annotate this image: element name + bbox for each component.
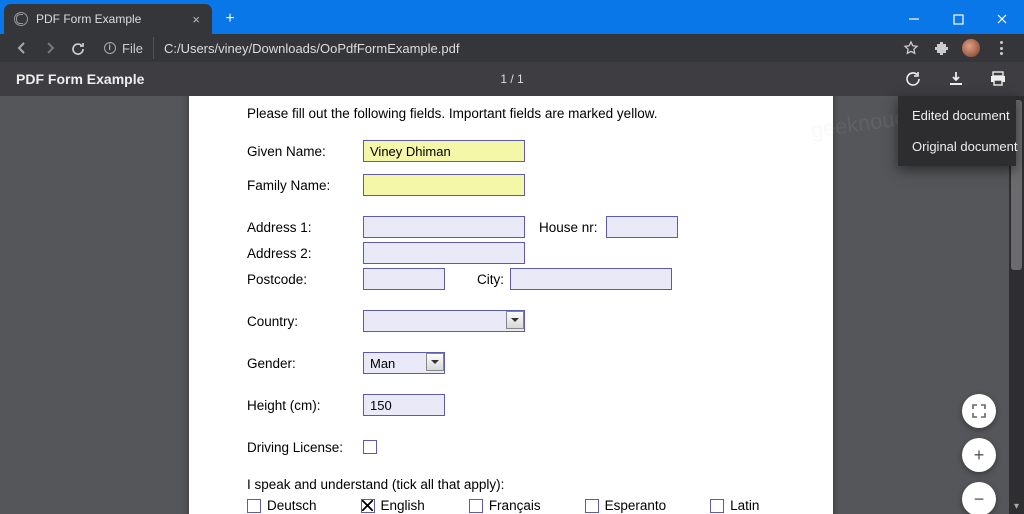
label-address1: Address 1:: [247, 220, 363, 235]
chevron-down-icon[interactable]: [426, 353, 444, 371]
window-maximize-button[interactable]: [936, 4, 980, 34]
url-scheme-label: File: [122, 41, 143, 56]
tab-title: PDF Form Example: [36, 12, 190, 26]
label-languages-prompt: I speak and understand (tick all that ap…: [247, 477, 775, 492]
label-height: Height (cm):: [247, 398, 363, 413]
scroll-down-arrow[interactable]: ▾: [1009, 499, 1024, 514]
checkbox-lang-deutsch[interactable]: [247, 499, 261, 513]
tab-close-button[interactable]: ×: [190, 12, 202, 27]
download-menu: Edited document Original document: [898, 96, 1016, 166]
checkbox-lang-english[interactable]: [361, 499, 375, 513]
lang-label: Latin: [730, 498, 759, 513]
label-gender: Gender:: [247, 356, 363, 371]
label-family-name: Family Name:: [247, 178, 363, 193]
dropdown-country[interactable]: [363, 310, 525, 332]
download-edited-option[interactable]: Edited document: [898, 100, 1016, 131]
chevron-down-icon[interactable]: [506, 311, 524, 329]
pdf-print-button[interactable]: [988, 69, 1008, 89]
pdf-page: Please fill out the following fields. Im…: [189, 96, 833, 514]
input-house-nr[interactable]: [606, 216, 678, 238]
zoom-out-button[interactable]: −: [962, 482, 996, 514]
download-original-option[interactable]: Original document: [898, 131, 1016, 162]
pdf-viewer-area: Please fill out the following fields. Im…: [0, 96, 1024, 514]
window-titlebar: PDF Form Example × +: [0, 0, 1024, 34]
window-close-button[interactable]: [980, 4, 1024, 34]
kebab-icon: [1000, 41, 1003, 55]
input-city[interactable]: [510, 268, 672, 290]
label-city: City:: [477, 272, 504, 287]
bookmark-star-button[interactable]: [896, 34, 926, 62]
input-postcode[interactable]: [363, 268, 445, 290]
nav-forward-button[interactable]: [36, 34, 64, 62]
checkbox-driving-license[interactable]: [363, 440, 377, 454]
browser-tab[interactable]: PDF Form Example ×: [4, 4, 212, 34]
input-country[interactable]: [363, 310, 525, 332]
input-family-name[interactable]: [363, 174, 525, 196]
label-driving-license: Driving License:: [247, 440, 363, 455]
input-address1[interactable]: [363, 216, 525, 238]
pdf-rotate-button[interactable]: [904, 69, 924, 89]
browser-menu-button[interactable]: [986, 34, 1016, 62]
input-given-name[interactable]: [363, 140, 525, 162]
label-address2: Address 2:: [247, 246, 363, 261]
form-instruction: Please fill out the following fields. Im…: [247, 106, 775, 121]
fit-to-page-button[interactable]: [962, 394, 996, 428]
window-minimize-button[interactable]: [892, 4, 936, 34]
url-security-chip[interactable]: File: [98, 37, 154, 59]
lang-label: English: [381, 498, 425, 513]
lang-label: Deutsch: [267, 498, 317, 513]
label-house-nr: House nr:: [539, 220, 598, 235]
info-icon: [104, 42, 116, 54]
nav-back-button[interactable]: [8, 34, 36, 62]
input-height[interactable]: [363, 394, 445, 416]
tab-favicon: [14, 12, 28, 26]
profile-avatar-button[interactable]: [956, 34, 986, 62]
pdf-download-button[interactable]: [946, 69, 966, 89]
nav-reload-button[interactable]: [64, 34, 92, 62]
pdf-page-indicator[interactable]: 1 / 1: [500, 72, 523, 86]
checkbox-lang-francais[interactable]: [469, 499, 483, 513]
label-postcode: Postcode:: [247, 272, 363, 287]
label-given-name: Given Name:: [247, 144, 363, 159]
url-path[interactable]: C:/Users/viney/Downloads/OoPdfFormExampl…: [164, 41, 460, 56]
extensions-button[interactable]: [926, 34, 956, 62]
input-address2[interactable]: [363, 242, 525, 264]
new-tab-button[interactable]: +: [216, 5, 244, 33]
zoom-in-button[interactable]: +: [962, 438, 996, 472]
label-country: Country:: [247, 314, 363, 329]
checkbox-lang-latin[interactable]: [710, 499, 724, 513]
lang-label: Esperanto: [605, 498, 667, 513]
pdf-document-title: PDF Form Example: [16, 71, 144, 87]
pdf-toolbar: PDF Form Example 1 / 1: [0, 62, 1024, 96]
language-checkbox-group: Deutsch English Français Esperanto Latin: [247, 498, 775, 513]
dropdown-gender[interactable]: [363, 352, 445, 374]
browser-toolbar: File C:/Users/viney/Downloads/OoPdfFormE…: [0, 34, 1024, 62]
checkbox-lang-esperanto[interactable]: [585, 499, 599, 513]
lang-label: Français: [489, 498, 541, 513]
avatar-icon: [962, 39, 980, 57]
